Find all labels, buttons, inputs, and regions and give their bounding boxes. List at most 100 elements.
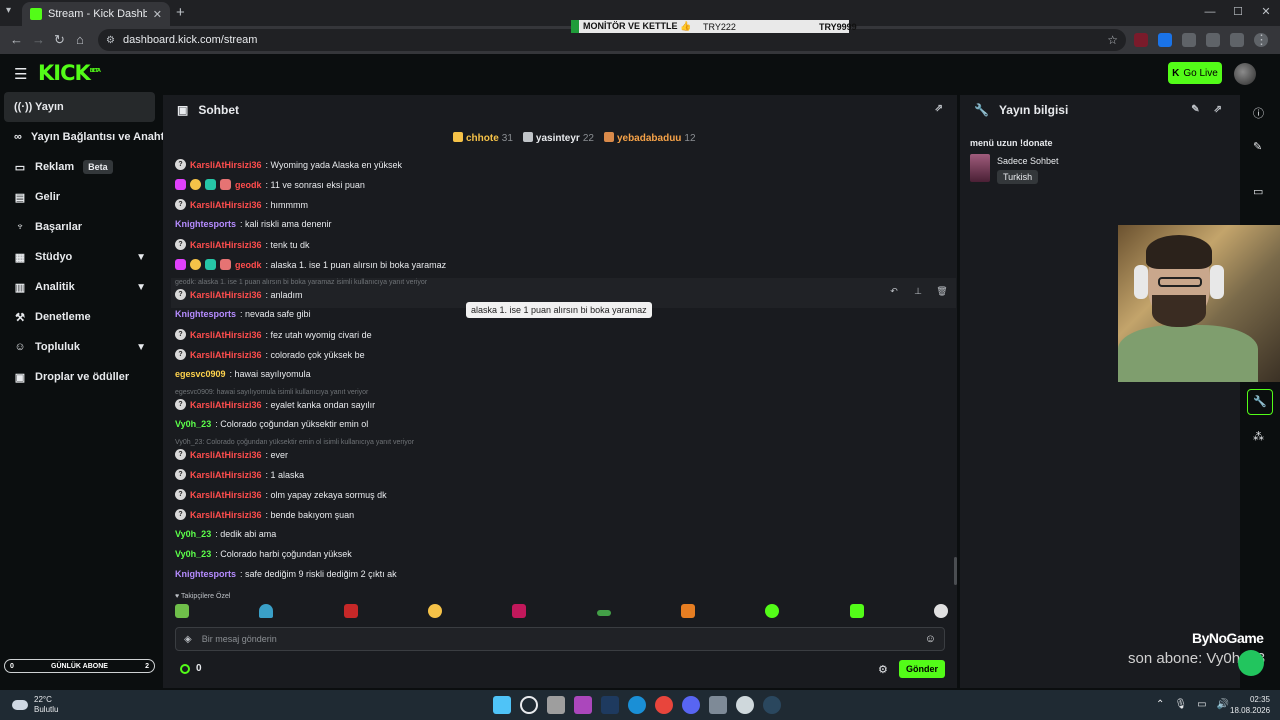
chat-scrollbar[interactable] [954,557,957,585]
message-user[interactable]: KarsliAtHirsizi36 [190,290,262,300]
popout-icon[interactable]: ⇗ [935,103,943,114]
edge-icon[interactable] [628,696,646,714]
chrome-icon[interactable] [655,696,673,714]
close-window-icon[interactable]: ✕ [1252,0,1280,26]
emote-icon[interactable] [596,610,611,616]
message-user[interactable]: geodk [235,180,262,190]
sidebar-item-stream-key[interactable]: ∞ Yayın Bağlantısı ve Anahtar [0,122,175,152]
browser-menu-icon[interactable]: ⋮ [1255,32,1268,48]
message-user[interactable]: KarsliAtHirsizi36 [190,160,262,170]
emote-icon[interactable] [512,604,527,618]
steam-icon[interactable] [763,696,781,714]
emote-icon[interactable] [849,604,864,618]
chat-message[interactable]: Vy0h_23: Colorado harbi çoğundan yüksek [175,549,352,559]
chat-message[interactable]: ? KarsliAtHirsizi36: ever [175,449,288,460]
sidebar-item-yayin[interactable]: ((·)) Yayın [4,92,155,122]
edit-icon[interactable]: ✎ [1253,140,1262,153]
chat-message[interactable]: ? KarsliAtHirsizi36: Wyoming yada Alaska … [175,159,402,170]
back-icon[interactable]: ← [10,32,23,47]
reply-context[interactable]: Vy0h_23: Colorado çoğundan yüksektir emi… [175,439,414,446]
message-user[interactable]: egesvc0909 [175,369,226,379]
chat-message[interactable]: Knightesports: kali riskli ama denenir [175,219,332,229]
info-icon[interactable]: ⓘ [1253,105,1264,121]
volume-icon[interactable]: 🔊 [1217,699,1229,710]
category-thumbnail[interactable] [970,154,990,182]
discord-icon[interactable] [682,696,700,714]
message-user[interactable]: KarsliAtHirsizi36 [190,490,262,500]
kick-logo[interactable]: KICKBETA [38,61,101,85]
message-user[interactable]: KarsliAtHirsizi36 [190,240,262,250]
sidebar-item-reklam[interactable]: ▭ Reklam Beta [0,152,162,182]
menu-icon[interactable]: ☰ [14,65,27,83]
message-user[interactable]: Vy0h_23 [175,549,211,559]
popout-icon[interactable]: ⇗ [1214,104,1222,115]
sidebar-item-analitik[interactable]: ▥ Analitik ▼ [0,272,162,302]
message-user[interactable]: Knightesports [175,309,236,319]
pin-icon[interactable]: ⊥ [909,283,927,299]
message-user[interactable]: Vy0h_23 [175,419,211,429]
message-user[interactable]: geodk [235,260,262,270]
emote-icon[interactable] [175,604,189,618]
emote-icon[interactable] [427,604,442,618]
avatar[interactable] [1234,63,1256,85]
tab-close-icon[interactable]: ✕ [153,8,162,21]
photoshop-icon[interactable] [601,696,619,714]
send-button[interactable]: Gönder [899,660,945,678]
chat-message[interactable]: ? KarsliAtHirsizi36: tenk tu dk [175,239,310,250]
chat-input[interactable]: ◈ Bir mesaj gönderin ☺ [175,627,945,651]
message-user[interactable]: Knightesports [175,219,236,229]
tab-search-icon[interactable]: ▾ [6,5,11,16]
message-user[interactable]: KarsliAtHirsizi36 [190,450,262,460]
home-icon[interactable]: ⌂ [76,32,84,47]
browser-tab[interactable]: Stream - Kick Dashboard ✕ [22,2,170,26]
sidebar-item-droplar[interactable]: ▣ Droplar ve ödüller [0,362,162,392]
channel-points[interactable]: 0 [180,663,202,674]
message-user[interactable]: Vy0h_23 [175,529,211,539]
wrench-icon[interactable]: 🔧 [1253,395,1267,408]
sidebar-item-denetleme[interactable]: ⚒ Denetleme [0,302,162,332]
chat-settings-icon[interactable]: ⚙ [878,663,888,676]
sidebar-item-topluluk[interactable]: ☺ Topluluk ▼ [0,332,162,362]
chat-message[interactable]: egesvc0909: hawai sayılıyomula [175,369,311,379]
site-info-icon[interactable]: ⚙ [106,35,115,46]
message-user[interactable]: KarsliAtHirsizi36 [190,350,262,360]
reload-icon[interactable]: ↻ [54,32,65,48]
maximize-icon[interactable]: ☐ [1224,0,1252,26]
chat-message[interactable]: Knightesports: safe dediğim 9 riskli ded… [175,569,397,579]
chat-message[interactable]: Knightesports: nevada safe gibi [175,309,311,319]
copilot-icon[interactable] [574,696,592,714]
new-tab-icon[interactable]: + [176,4,185,21]
extension-icon[interactable] [1134,33,1148,47]
emote-icon[interactable] [933,604,948,618]
reply-context[interactable]: geodk: alaska 1. ise 1 puan alırsın bi b… [175,279,427,286]
chat-message[interactable]: ? KarsliAtHirsizi36: eyalet kanka ondan s… [175,399,375,410]
reply-context[interactable]: egesvc0909: hawai sayılıyomula isimli ku… [175,389,368,396]
message-user[interactable]: KarsliAtHirsizi36 [190,200,262,210]
layout-icon[interactable]: ▭ [1253,185,1263,198]
forward-icon[interactable]: → [32,32,45,47]
obs-icon[interactable] [736,696,754,714]
clock[interactable]: 02:35 18.08.2026 [1230,694,1270,716]
search-icon[interactable] [520,696,538,714]
message-user[interactable]: Knightesports [175,569,236,579]
emote-icon[interactable] [343,604,358,618]
chat-message[interactable]: ? KarsliAtHirsizi36: hımmmm [175,199,308,210]
tray-chevron-icon[interactable]: ⌃ [1156,699,1164,710]
delete-icon[interactable]: 🗑 [933,283,951,299]
chat-message[interactable]: Vy0h_23: dedik abi ama [175,529,276,539]
sidebar-item-basarilar[interactable]: ♆ Başarılar [0,212,162,242]
chat-message[interactable]: ? KarsliAtHirsizi36: olm yapay zekaya sor… [175,489,387,500]
chat-message[interactable]: ? KarsliAtHirsizi36: 1 alaska [175,469,304,480]
chat-message[interactable]: ? KarsliAtHirsizi36: fez utah wyomig civa… [175,329,372,340]
chat-message[interactable]: ? KarsliAtHirsizi36: anladım [175,289,303,300]
sidebar-item-studyo[interactable]: ▦ Stüdyo ▼ [0,242,162,272]
emoji-picker-icon[interactable]: ☺ [925,633,936,645]
reply-icon[interactable]: ↶ [885,283,903,299]
emote-icon[interactable] [259,604,274,618]
chat-message[interactable]: geodk: 11 ve sonrası eksi puan [175,179,365,190]
weather-widget[interactable]: 22°C Bulutlu [12,695,58,715]
message-user[interactable]: KarsliAtHirsizi36 [190,400,262,410]
extension-icon[interactable] [1206,33,1220,47]
windows-start-icon[interactable] [493,696,511,714]
emote-icon[interactable] [765,604,780,618]
